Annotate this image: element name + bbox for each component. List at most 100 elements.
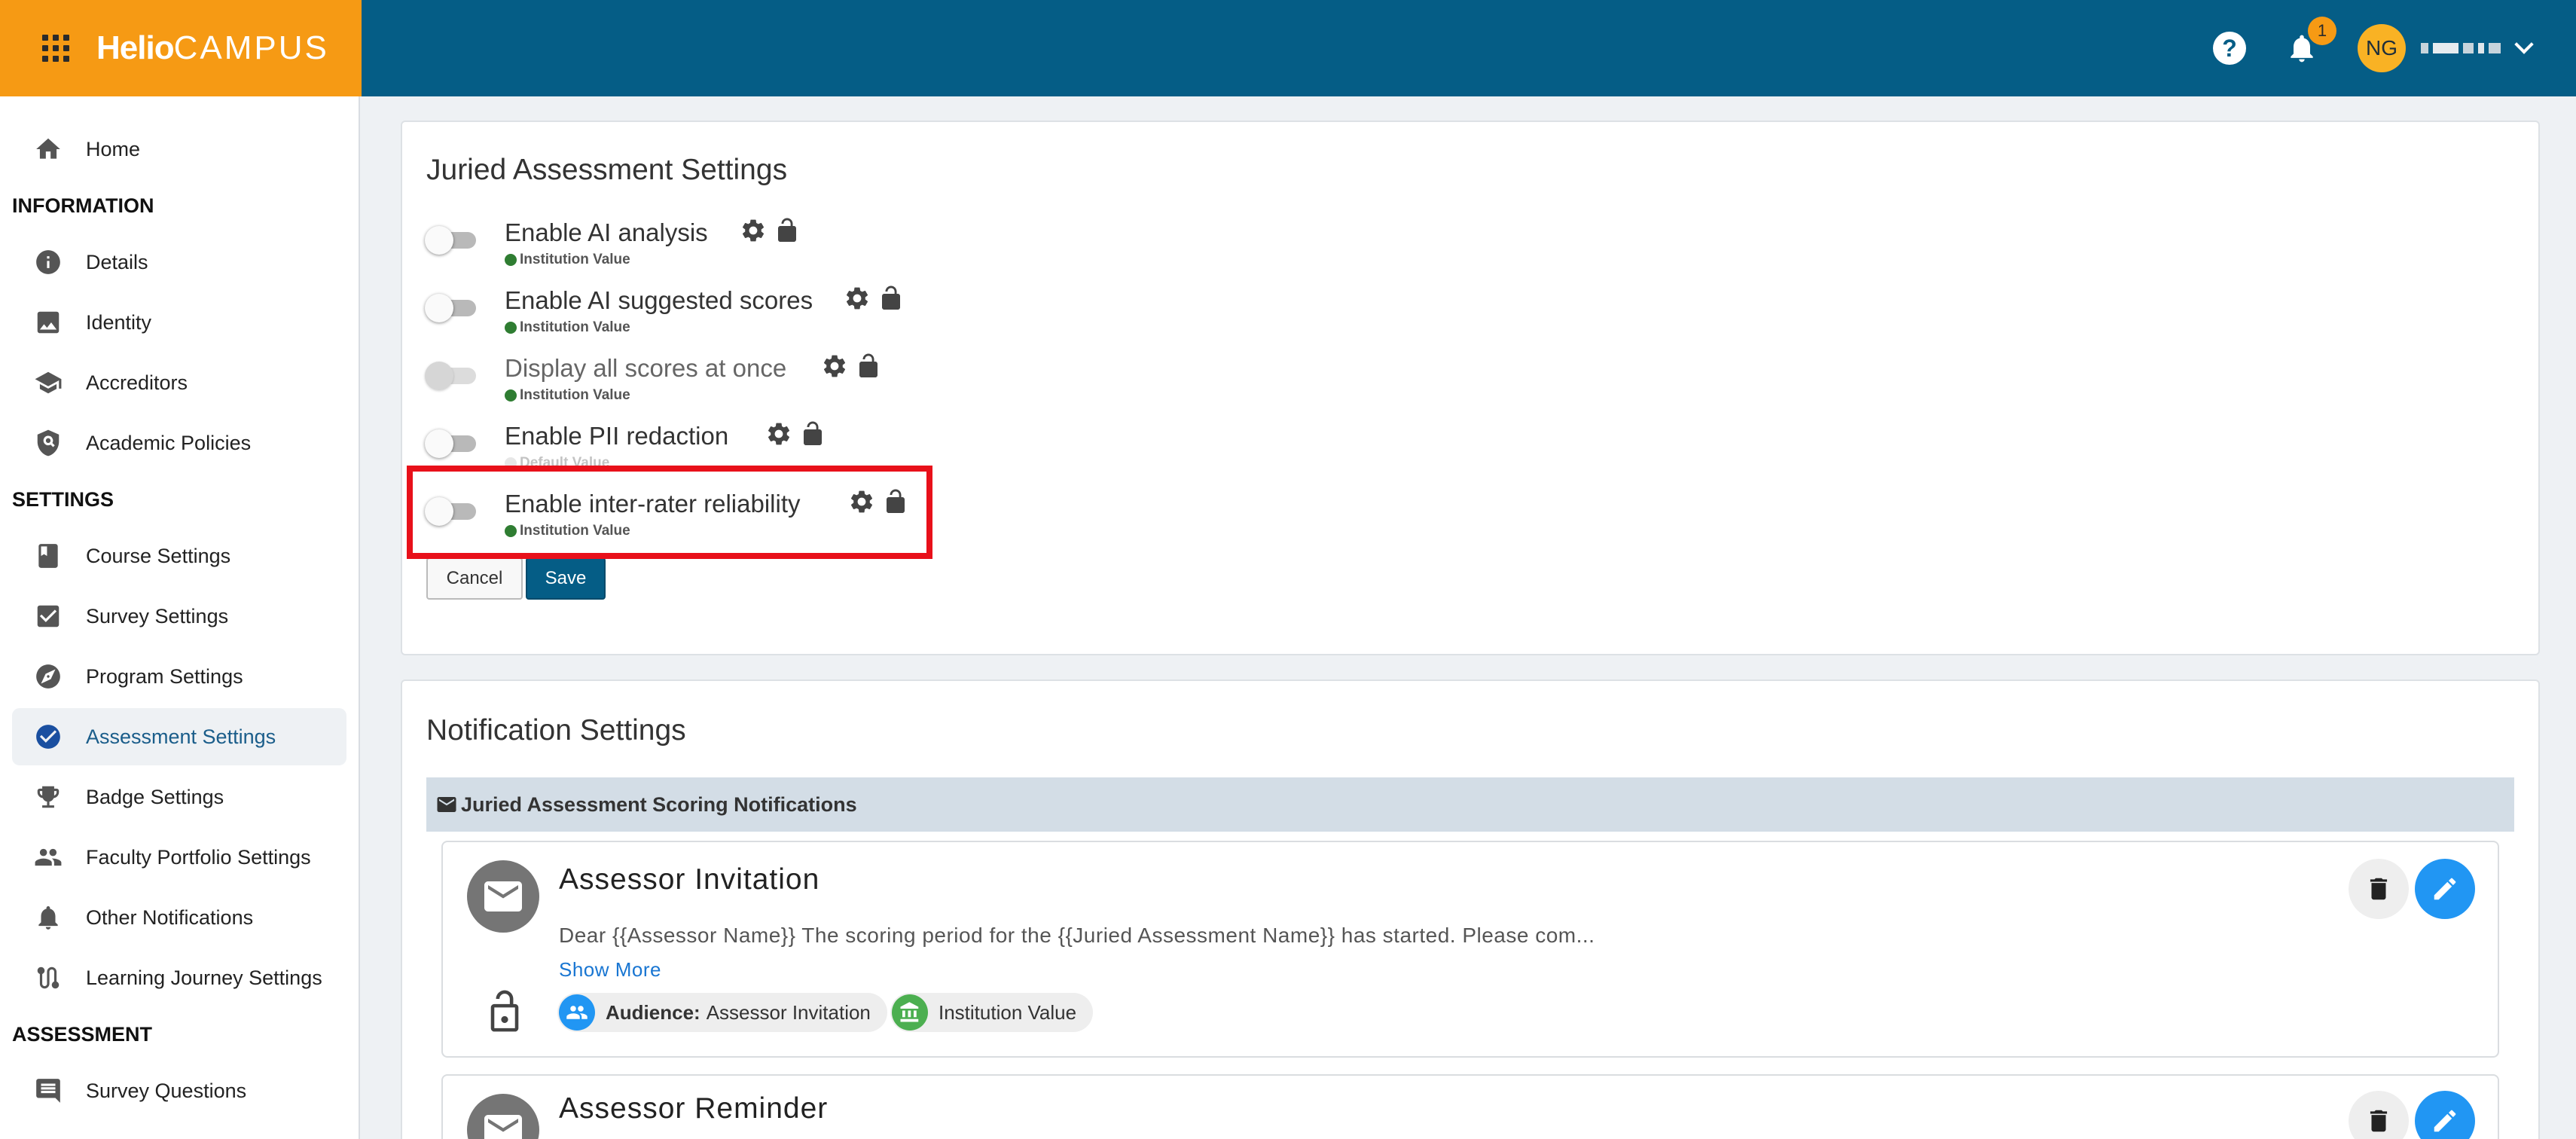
sidebar-item-label: Program Settings <box>86 664 243 688</box>
sidebar-item-academic-policies[interactable]: Academic Policies <box>12 414 346 472</box>
image-icon <box>33 307 63 337</box>
display-all-scores-toggle[interactable] <box>425 357 479 393</box>
setting-source: Institution Value <box>505 387 630 404</box>
setting-label: Enable AI analysis <box>505 218 708 246</box>
brand-area: HelioCAMPUS <box>0 0 362 96</box>
route-icon <box>33 963 63 993</box>
institution-icon <box>892 994 928 1031</box>
notification-item: Assessor Invitation Dear {{Assessor Name… <box>441 841 2499 1058</box>
helio-campus-logo[interactable]: HelioCAMPUS <box>96 29 329 67</box>
lock-open-icon[interactable] <box>771 217 798 244</box>
edit-button[interactable] <box>2415 859 2475 919</box>
sidebar-section-information: INFORMATION <box>12 194 154 217</box>
setting-enable-pii-redaction: Enable PII redaction Default Value <box>425 410 952 471</box>
delete-button[interactable] <box>2349 1091 2409 1139</box>
pii-redaction-toggle[interactable] <box>425 425 479 461</box>
institution-value-chip: Institution Value <box>890 993 1094 1032</box>
sidebar-item-survey-settings[interactable]: Survey Settings <box>12 588 346 645</box>
pencil-icon <box>2434 1110 2456 1132</box>
highlight-box <box>407 466 932 559</box>
sidebar-item-badge-settings[interactable]: Badge Settings <box>12 768 346 826</box>
gear-icon[interactable] <box>844 285 871 312</box>
ai-suggested-scores-toggle[interactable] <box>425 289 479 325</box>
comment-icon <box>33 1076 63 1106</box>
sidebar-item-label: Assessment Settings <box>86 725 276 748</box>
delete-button[interactable] <box>2349 859 2409 919</box>
sidebar-item-details[interactable]: Details <box>12 234 346 291</box>
setting-label: Enable PII redaction <box>505 422 729 450</box>
sidebar-item-label: Other Notifications <box>86 905 254 929</box>
trophy-icon <box>33 782 63 812</box>
sidebar-item-label: Badge Settings <box>86 785 224 808</box>
audience-chip: Audience: Assessor Invitation <box>557 993 887 1032</box>
gear-icon[interactable] <box>740 217 767 244</box>
mail-avatar-icon <box>467 1094 539 1139</box>
compass-icon <box>33 661 63 692</box>
mail-avatar-icon <box>467 860 539 933</box>
gear-icon[interactable] <box>765 420 792 447</box>
apps-grid-icon[interactable] <box>42 35 69 62</box>
sidebar-section-assessment: ASSESSMENT <box>12 1023 153 1046</box>
notifications-bell-icon[interactable]: 1 <box>2285 17 2336 65</box>
sidebar-item-course-settings[interactable]: Course Settings <box>12 527 346 585</box>
group-label: Juried Assessment Scoring Notifications <box>461 792 857 816</box>
sidebar-item-label: Course Settings <box>86 544 231 567</box>
lock-open-icon[interactable] <box>853 353 880 380</box>
envelope-icon <box>437 797 456 812</box>
sidebar-item-home[interactable]: Home <box>12 121 346 178</box>
setting-label: Display all scores at once <box>505 354 787 382</box>
cancel-button[interactable]: Cancel <box>426 557 523 600</box>
help-icon[interactable]: ? <box>2213 32 2246 65</box>
sidebar-item-identity[interactable]: Identity <box>12 294 346 351</box>
sidebar-item-label: Home <box>86 137 141 160</box>
lock-open-icon[interactable] <box>484 987 526 1035</box>
sidebar-item-assessment-settings[interactable]: Assessment Settings <box>12 708 346 765</box>
pencil-icon <box>2434 878 2456 900</box>
trash-icon <box>2370 1110 2388 1132</box>
notification-group-header[interactable]: Juried Assessment Scoring Notifications <box>426 777 2514 832</box>
setting-source: Institution Value <box>505 319 630 336</box>
sidebar-item-label: Academic Policies <box>86 431 252 454</box>
sidebar-item-label: Faculty Portfolio Settings <box>86 845 311 869</box>
sidebar-item-other-notifications[interactable]: Other Notifications <box>12 889 346 946</box>
setting-enable-ai-suggested-scores: Enable AI suggested scores Institution V… <box>425 274 952 336</box>
show-more-link[interactable]: Show More <box>559 958 661 982</box>
checkbox-icon <box>33 601 63 631</box>
card-title: Notification Settings <box>426 714 686 747</box>
setting-label: Enable AI suggested scores <box>505 286 813 314</box>
policy-icon <box>33 428 63 458</box>
notification-body: Dear {{Assessor Name}} The scoring perio… <box>559 924 1595 947</box>
trash-icon <box>2370 878 2388 900</box>
book-icon <box>33 541 63 571</box>
user-name-redacted[interactable] <box>2421 43 2501 53</box>
sidebar-section-settings: SETTINGS <box>12 488 114 511</box>
sidebar-item-faculty-portfolio-settings[interactable]: Faculty Portfolio Settings <box>12 829 346 886</box>
sidebar-item-label: Details <box>86 250 148 273</box>
lock-open-icon[interactable] <box>875 285 902 312</box>
sidebar-item-label: Learning Journey Settings <box>86 966 322 989</box>
save-button[interactable]: Save <box>526 557 606 600</box>
edit-button[interactable] <box>2415 1091 2475 1139</box>
notification-item: Assessor Reminder <box>441 1074 2499 1139</box>
sidebar-item-label: Accreditors <box>86 371 188 394</box>
top-header: HelioCAMPUS ? 1 NG <box>0 0 2576 96</box>
setting-source: Institution Value <box>505 252 630 268</box>
chevron-down-icon[interactable] <box>2514 35 2534 54</box>
sidebar-item-survey-questions[interactable]: Survey Questions <box>12 1062 346 1119</box>
user-avatar[interactable]: NG <box>2358 24 2406 72</box>
people-icon <box>33 842 63 872</box>
info-icon <box>33 247 63 277</box>
notification-title: Assessor Invitation <box>559 863 820 896</box>
school-icon <box>33 368 63 398</box>
bell-icon <box>33 902 63 933</box>
sidebar-item-label: Survey Settings <box>86 604 229 628</box>
gear-icon[interactable] <box>821 353 848 380</box>
sidebar-item-accreditors[interactable]: Accreditors <box>12 354 346 411</box>
sidebar-item-learning-journey-settings[interactable]: Learning Journey Settings <box>12 949 346 1006</box>
lock-open-icon[interactable] <box>797 420 824 447</box>
ai-analysis-toggle[interactable] <box>425 221 479 258</box>
home-icon <box>33 134 63 164</box>
card-title: Juried Assessment Settings <box>426 154 788 186</box>
sidebar-item-program-settings[interactable]: Program Settings <box>12 648 346 705</box>
notification-title: Assessor Reminder <box>559 1092 829 1125</box>
